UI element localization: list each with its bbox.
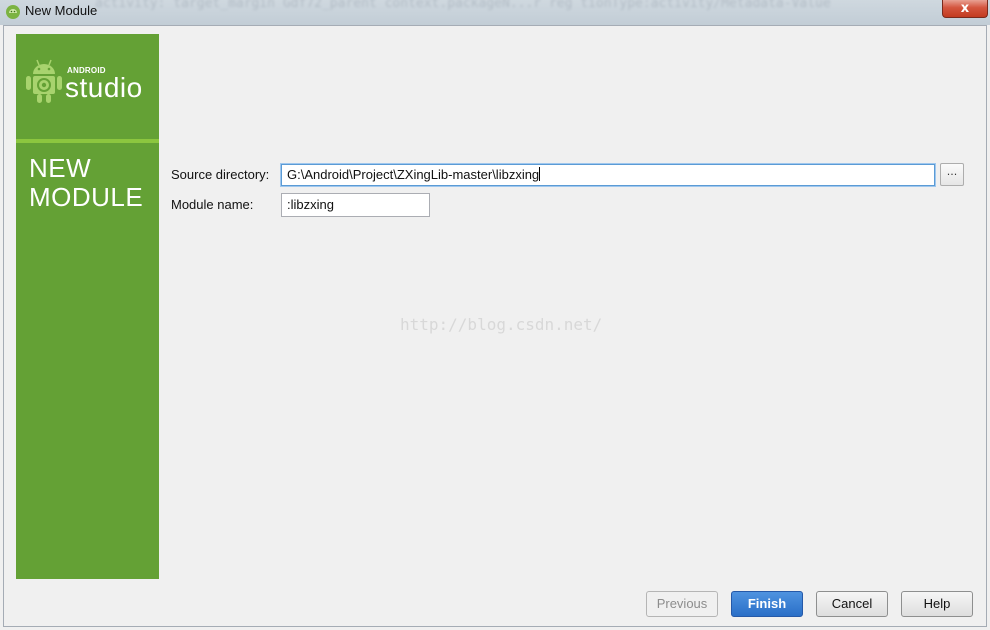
help-button[interactable]: Help <box>901 591 973 617</box>
window-title: New Module <box>25 3 98 18</box>
sidebar-divider <box>16 139 159 143</box>
watermark: http://blog.csdn.net/ <box>400 315 603 334</box>
logo-studio-text: studio <box>65 72 143 103</box>
source-directory-label: Source directory: <box>171 167 270 182</box>
module-name-label: Module name: <box>171 197 254 212</box>
previous-button[interactable]: Previous <box>646 591 718 617</box>
source-directory-input[interactable]: G:\Android\Project\ZXingLib-master\libzx… <box>281 164 935 186</box>
background-code-text: activity: target_margin Gdf72_parent con… <box>95 0 831 11</box>
title-bar: activity: target_margin Gdf72_parent con… <box>0 0 990 25</box>
finish-button[interactable]: Finish <box>731 591 803 617</box>
ellipsis-icon: ... <box>946 165 958 178</box>
android-studio-icon <box>6 5 20 19</box>
cancel-button[interactable]: Cancel <box>816 591 888 617</box>
sidebar: ANDROID studio NEW MODULE <box>16 34 159 579</box>
android-studio-logo: ANDROID studio <box>16 34 159 139</box>
source-directory-value: G:\Android\Project\ZXingLib-master\libzx… <box>287 167 540 182</box>
android-robot-icon <box>26 59 62 103</box>
page-title-line1: NEW <box>29 153 92 183</box>
module-name-input[interactable]: :libzxing <box>281 193 430 217</box>
text-caret <box>539 167 541 181</box>
browse-button[interactable]: ... <box>940 163 964 186</box>
close-button[interactable]: x <box>942 0 988 18</box>
close-icon: x <box>960 1 970 16</box>
page-title: NEW MODULE <box>29 154 143 212</box>
page-title-line2: MODULE <box>29 182 144 212</box>
module-name-value: :libzxing <box>287 197 334 212</box>
